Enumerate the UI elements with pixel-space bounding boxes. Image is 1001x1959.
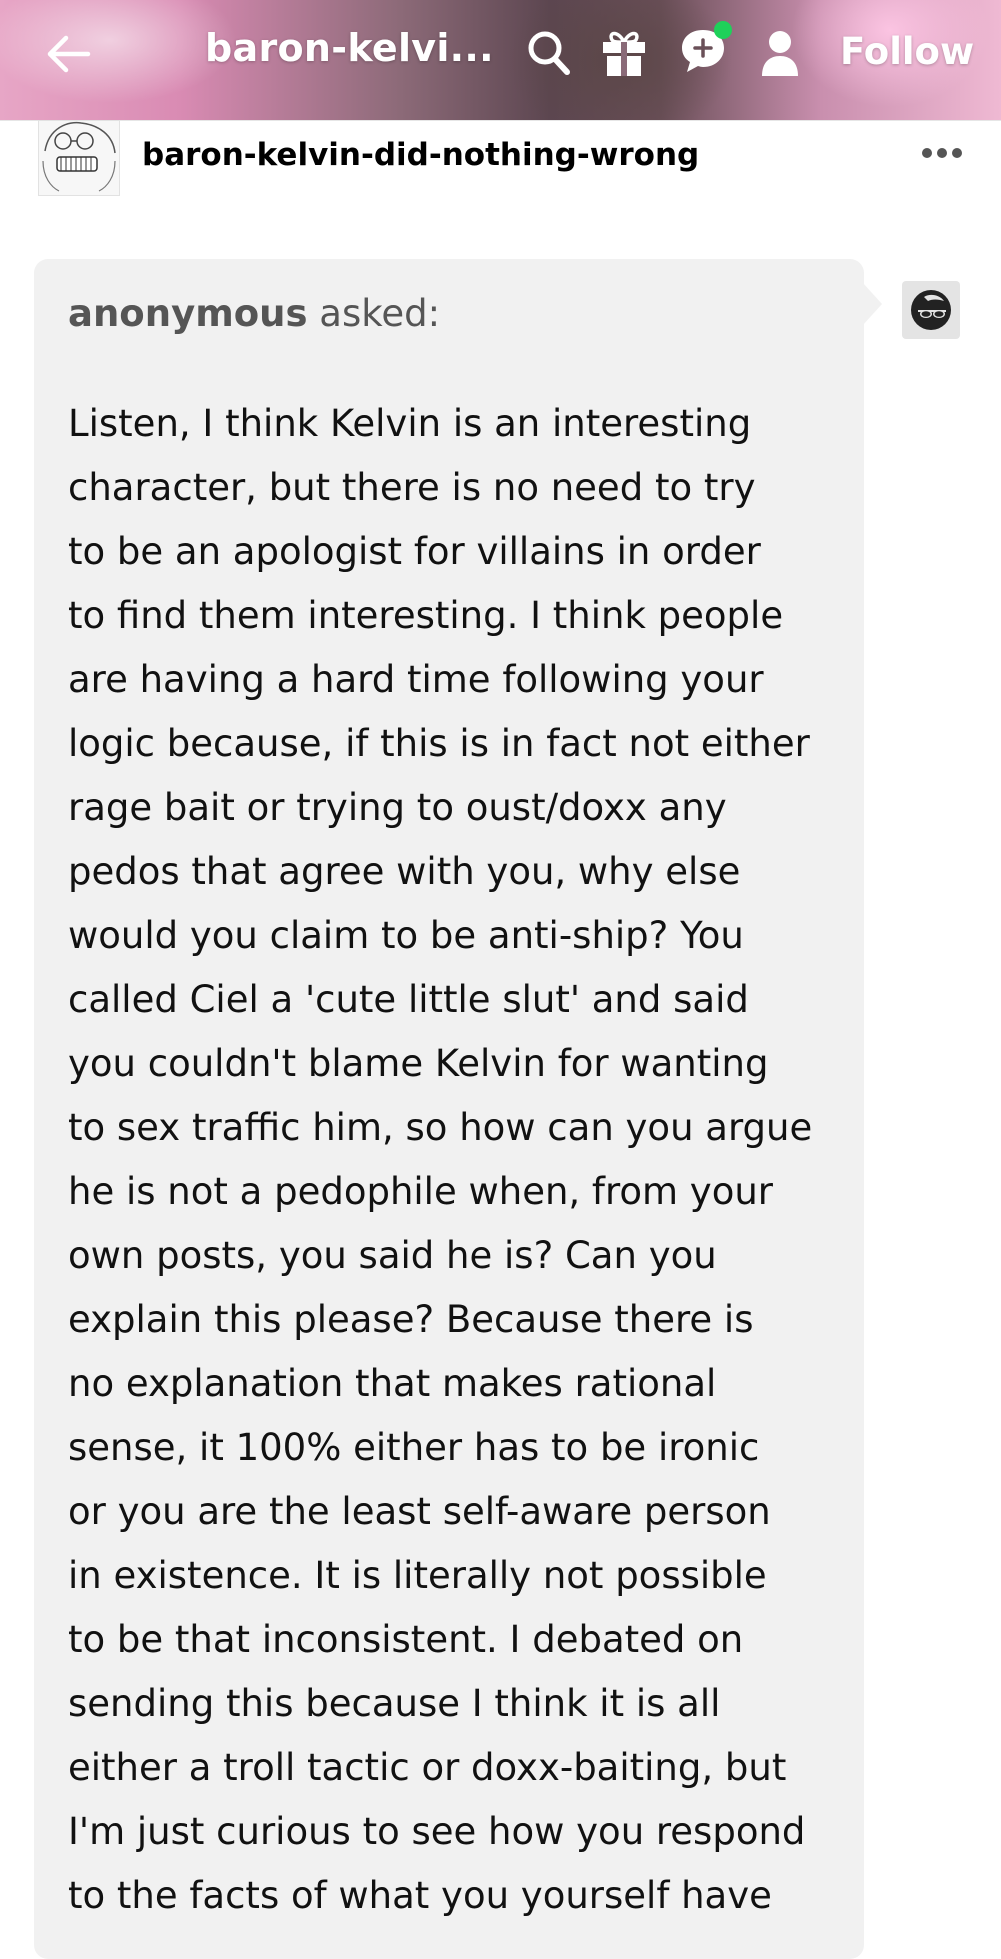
asker-avatar <box>902 281 960 339</box>
question-line: in existence. It is literally not possib… <box>68 1554 767 1597</box>
question-text: Listen, I think Kelvin is an interesting… <box>68 392 858 1928</box>
question-line: or you are the least self-aware person <box>68 1490 771 1533</box>
gift-icon[interactable] <box>600 28 648 78</box>
chat-icon[interactable] <box>678 20 732 76</box>
question-line: you couldn't blame Kelvin for wanting <box>68 1042 769 1085</box>
question-line: sending this because I think it is all <box>68 1682 721 1725</box>
question-line: explain this please? Because there is <box>68 1298 754 1341</box>
question-line: to sex traffic him, so how can you argue <box>68 1106 813 1149</box>
question-line: to be an apologist for villains in order <box>68 530 761 573</box>
question-line: rage bait or trying to oust/doxx any <box>68 786 727 829</box>
blog-name[interactable]: baron-kelvin-did-nothing-wrong <box>142 137 699 173</box>
search-icon[interactable] <box>526 28 572 78</box>
blog-avatar[interactable] <box>38 120 120 196</box>
question-line: own posts, you said he is? Can you <box>68 1234 717 1277</box>
notification-dot <box>714 21 732 39</box>
question-line: pedos that agree with you, why else <box>68 850 741 893</box>
user-icon[interactable] <box>758 28 802 78</box>
question-line: logic because, if this is in fact not ei… <box>68 722 810 765</box>
asked-label: asked: <box>307 292 441 335</box>
question-line: to the facts of what you yourself have <box>68 1874 772 1917</box>
more-dots-icon[interactable] <box>920 146 964 160</box>
question-line: I'm just curious to see how you respond <box>68 1810 806 1853</box>
question-line: he is not a pedophile when, from your <box>68 1170 773 1213</box>
question-line: no explanation that makes rational <box>68 1362 717 1405</box>
question-line: sense, it 100% either has to be ironic <box>68 1426 760 1469</box>
blog-title[interactable]: baron-kelvi... <box>205 26 494 70</box>
asker-name[interactable]: anonymous <box>68 292 308 335</box>
question-line: would you claim to be anti-ship? You <box>68 914 744 957</box>
question-line: either a troll tactic or doxx-baiting, b… <box>68 1746 787 1789</box>
anonymous-sunglasses-icon <box>911 290 951 330</box>
asked-line: anonymous asked: <box>68 292 440 335</box>
question-line: Listen, I think Kelvin is an interesting <box>68 402 752 445</box>
question-line: to be that inconsistent. I debated on <box>68 1618 744 1661</box>
back-arrow-icon[interactable] <box>44 34 92 74</box>
question-line: to find them interesting. I think people <box>68 594 784 637</box>
question-line: character, but there is no need to try <box>68 466 756 509</box>
ask-bubble-pointer <box>862 282 882 326</box>
blog-header: baron-kelvi... Follow <box>0 0 1001 121</box>
follow-button[interactable]: Follow <box>840 30 974 73</box>
question-line: are having a hard time following your <box>68 658 764 701</box>
question-line: called Ciel a 'cute little slut' and sai… <box>68 978 749 1021</box>
